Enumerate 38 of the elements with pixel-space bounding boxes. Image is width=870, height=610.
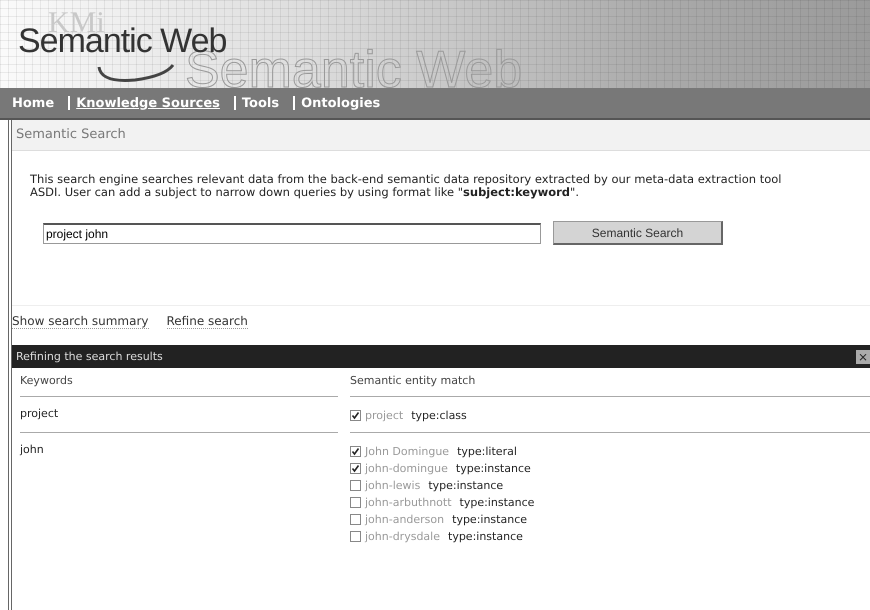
entity-name: project [365, 409, 404, 422]
entity-name: john-anderson [365, 513, 444, 526]
entity-type: type:instance [448, 530, 523, 543]
nav-link[interactable]: Home [8, 96, 58, 110]
entity-name: John Domingue [365, 445, 450, 458]
entity-name: john-arbuthnott [365, 496, 452, 509]
panel-title: Refining the search results [16, 350, 163, 363]
search-button[interactable]: Semantic Search [553, 221, 723, 245]
checkbox[interactable] [350, 463, 361, 474]
checkbox[interactable] [350, 410, 361, 421]
checkbox[interactable] [350, 446, 361, 457]
checkbox[interactable] [350, 480, 361, 491]
entity-name: john-lewis [365, 479, 420, 492]
checkbox[interactable] [350, 514, 361, 525]
column-header: Semantic entity match [350, 368, 870, 397]
description-text: This search engine searches relevant data from the back-end semantic data repository extracted by our meta-data extraction tool ASDI. User can add a subject to narrow down queries by using format like "subject:keyword". [30, 173, 782, 199]
checkbox[interactable] [350, 531, 361, 542]
column-header: Keywords [20, 368, 338, 397]
entity-type: type:instance [456, 462, 531, 475]
section-title: Semantic Search [12, 120, 870, 151]
search-field[interactable]: project john [43, 222, 541, 244]
entity-type: type:literal [457, 445, 517, 458]
entity-type: type:instance [452, 513, 528, 526]
swoosh-icon [95, 63, 175, 85]
keyword-cell: project [20, 407, 58, 420]
nav-link[interactable]: Ontologies [297, 96, 384, 110]
nav-link[interactable]: Knowledge Sources [72, 96, 224, 110]
entity-type: type:instance [428, 479, 504, 492]
link[interactable]: Refine search [166, 314, 248, 329]
nav-link[interactable]: Tools [238, 96, 284, 110]
checkbox[interactable] [350, 497, 361, 508]
close-button[interactable]: × [856, 350, 870, 364]
link[interactable]: Show search summary [12, 314, 148, 329]
entity-name: john-drysdale [365, 530, 440, 543]
entity-name: john-domingue [365, 462, 448, 475]
entity-type: type:instance [460, 496, 534, 509]
keyword-cell: john [20, 443, 44, 456]
entity-type: type:class [411, 409, 467, 422]
